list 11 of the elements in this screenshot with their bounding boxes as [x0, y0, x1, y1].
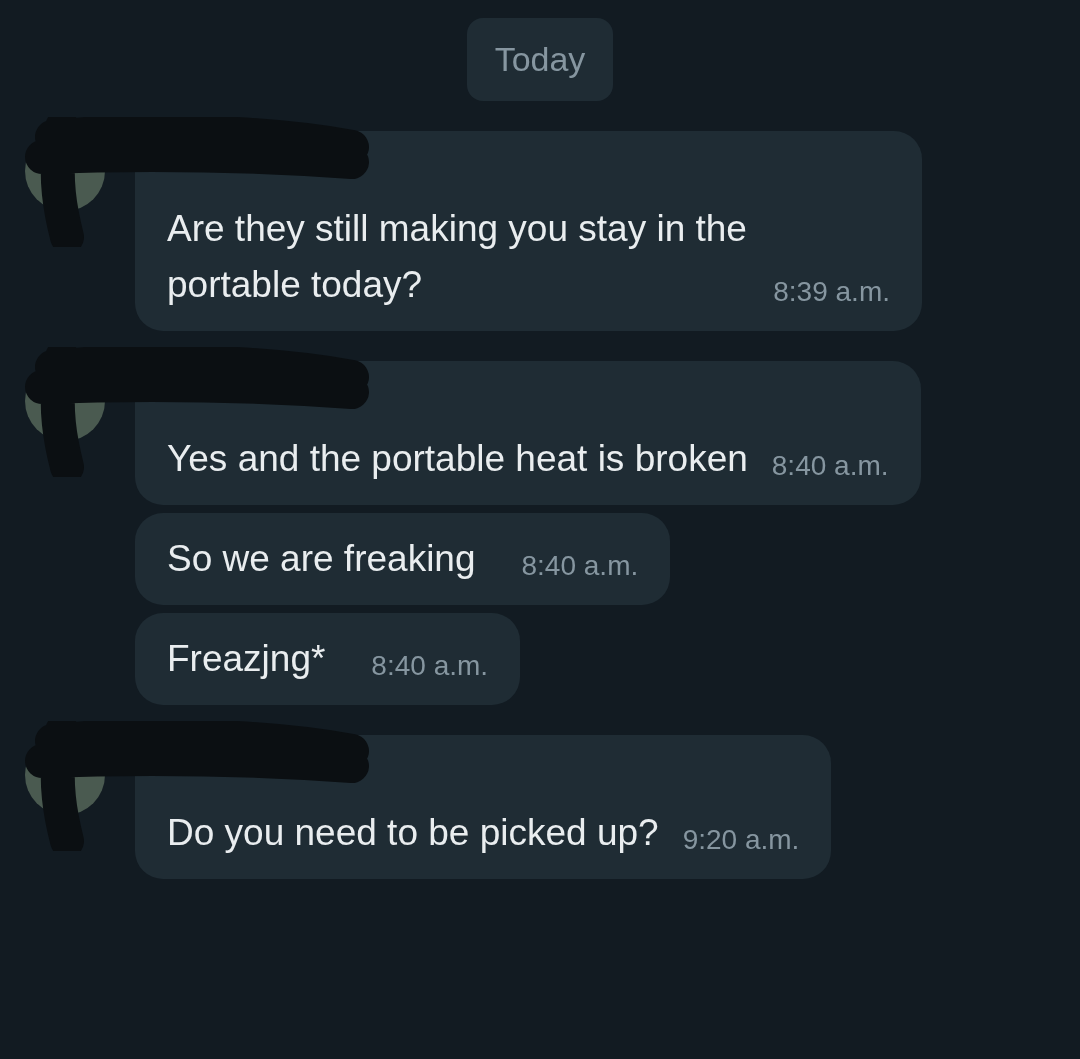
message-time: 8:40 a.m. [371, 649, 489, 683]
message-time: 8:40 a.m. [521, 549, 639, 583]
message-text: Are they still making you stay in the portable today? [167, 207, 748, 307]
message-text: Yes and the portable heat is broken [167, 437, 748, 481]
message-text: So we are freaking [167, 537, 476, 581]
message-time: 8:40 a.m. [771, 449, 889, 483]
message-text: Do you need to be picked up? [167, 811, 659, 855]
message-text: Freazjng* [167, 637, 326, 681]
message-time: 9:20 a.m. [682, 823, 800, 857]
date-chip: Today [466, 18, 614, 101]
message-time: 8:39 a.m. [773, 275, 890, 309]
